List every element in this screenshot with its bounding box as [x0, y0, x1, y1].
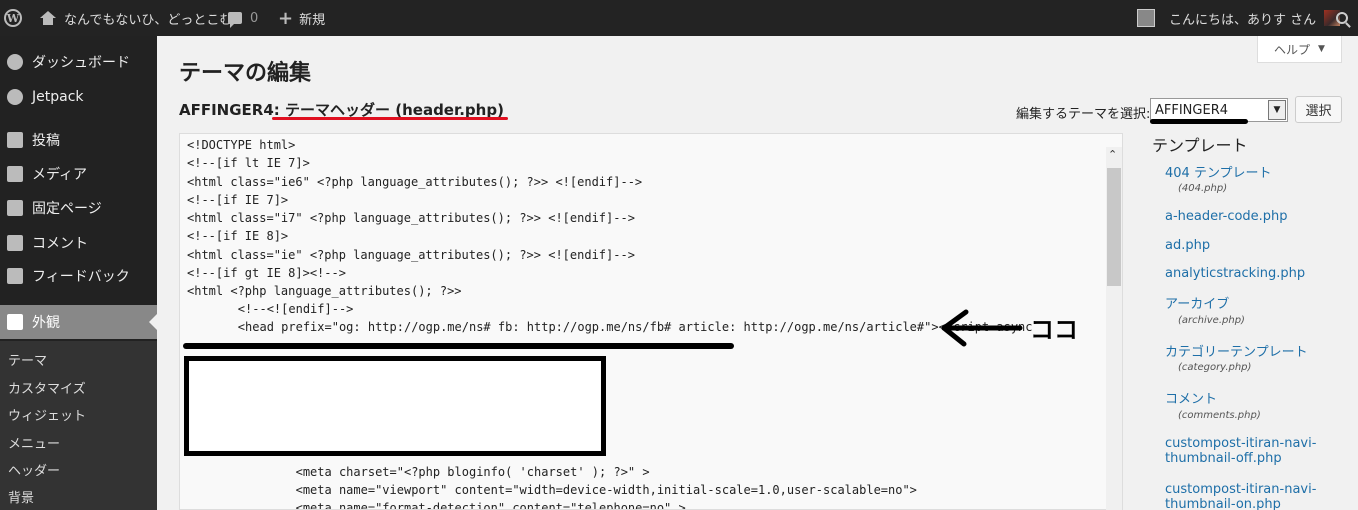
template-link-line: thumbnail-on.php: [1165, 497, 1281, 510]
code-line: <html class="ie" <?php language_attribut…: [187, 248, 635, 262]
comment-bubble-icon: [228, 12, 242, 28]
code-line: <meta name="format-detection" content="t…: [180, 501, 686, 510]
scroll-up-arrow-icon[interactable]: ⌃: [1108, 148, 1117, 161]
sidebar-item-jetpack[interactable]: Jetpack: [0, 80, 157, 114]
template-link[interactable]: カテゴリーテンプレート: [1165, 341, 1308, 360]
submenu-item-themes[interactable]: テーマ: [8, 350, 47, 369]
appearance-icon: [7, 314, 23, 330]
template-link[interactable]: アーカイブ: [1165, 293, 1229, 312]
sidebar-item-pages[interactable]: 固定ページ: [0, 191, 157, 225]
sidebar-item-dashboard[interactable]: ダッシュボード: [0, 45, 157, 79]
template-filename: (archive.php): [1178, 315, 1245, 326]
code-line: <!--[if lt IE 7]>: [187, 156, 310, 170]
pin-icon: [7, 132, 23, 148]
select-theme-button[interactable]: 選択: [1295, 96, 1342, 123]
site-name-link[interactable]: なんでもないひ、どっとこむ: [40, 0, 232, 36]
sidebar-item-label: メディア: [32, 167, 88, 183]
code-line: <meta charset="<?php bloginfo( 'charset'…: [180, 465, 650, 479]
help-label: ヘルプ: [1274, 42, 1311, 57]
submenu-item-customize[interactable]: カスタマイズ: [8, 378, 86, 397]
wordpress-logo-icon: W: [4, 9, 22, 27]
dashboard-icon: [7, 54, 23, 70]
appearance-submenu: テーマ カスタマイズ ウィジェット メニュー ヘッダー 背景: [0, 341, 157, 510]
site-name-label: なんでもないひ、どっとこむ: [64, 12, 233, 28]
sidebar-item-label: コメント: [32, 236, 88, 252]
comment-count: 0: [250, 10, 259, 26]
theme-select-value: AFFINGER4: [1155, 102, 1228, 118]
template-link-line: custompost-itiran-navi-: [1165, 436, 1317, 451]
theme-name-label: AFFINGER4:: [179, 101, 280, 119]
template-link[interactable]: a-header-code.php: [1165, 209, 1288, 224]
my-account-menu[interactable]: こんにちは、ありす さん: [1137, 0, 1341, 36]
red-underline-annotation: [272, 117, 508, 120]
code-line: <html class="ie6" <?php language_attribu…: [187, 175, 643, 189]
jetpack-icon: [7, 89, 23, 105]
submenu-item-menus[interactable]: メニュー: [8, 433, 60, 452]
notification-icon[interactable]: [1137, 9, 1155, 27]
template-link[interactable]: 404 テンプレート: [1165, 162, 1272, 181]
left-arrow-annotation-icon: ココ: [941, 309, 1078, 347]
sidebar-item-label: ダッシュボード: [32, 55, 130, 71]
template-link[interactable]: analyticstracking.php: [1165, 266, 1305, 281]
template-link[interactable]: custompost-itiran-navi- thumbnail-on.php: [1165, 482, 1316, 510]
sidebar-item-comments[interactable]: コメント: [0, 226, 157, 260]
sidebar-item-appearance[interactable]: 外観: [0, 305, 157, 339]
code-line: <html <?php language_attributes(); ?>>: [187, 284, 462, 298]
comments-link[interactable]: 0: [228, 0, 258, 36]
sidebar-item-label: 外観: [32, 315, 60, 331]
sidebar-item-label: 投稿: [32, 133, 60, 149]
code-line: <!--<![endif]-->: [180, 302, 354, 316]
admin-bar: W なんでもないひ、どっとこむ 0 + 新規 こんにちは、ありす さん: [0, 0, 1358, 36]
code-line: <!DOCTYPE html>: [187, 138, 296, 152]
sidebar-item-label: Jetpack: [32, 89, 84, 105]
template-link-line: thumbnail-off.php: [1165, 451, 1282, 466]
template-link[interactable]: ad.php: [1165, 238, 1210, 253]
help-tab-button[interactable]: ヘルプ ▼: [1257, 36, 1342, 63]
code-line: <meta name="viewport" content="width=dev…: [180, 483, 917, 497]
admin-search-button[interactable]: [1336, 0, 1348, 36]
black-underline-annotation: [1150, 119, 1248, 124]
templates-heading: テンプレート: [1152, 136, 1248, 155]
page-title: テーマの編集: [179, 61, 312, 86]
template-link[interactable]: custompost-itiran-navi- thumbnail-off.ph…: [1165, 436, 1316, 466]
code-line: <!--[if IE 7]>: [187, 193, 289, 207]
page-icon: [7, 200, 23, 216]
submenu-item-background[interactable]: 背景: [8, 487, 34, 506]
feedback-icon: [7, 268, 23, 284]
redaction-box: [184, 356, 606, 456]
sidebar-item-feedback[interactable]: フィードバック: [0, 259, 157, 293]
media-icon: [7, 166, 23, 182]
plus-icon: +: [278, 7, 294, 29]
submenu-item-header[interactable]: ヘッダー: [8, 460, 60, 479]
caret-down-icon: ▼: [1318, 44, 1325, 54]
template-link-line: custompost-itiran-navi-: [1165, 482, 1317, 497]
scrollbar-thumb[interactable]: [1107, 168, 1121, 286]
template-filename: (404.php): [1178, 183, 1228, 194]
template-link[interactable]: コメント: [1165, 388, 1217, 407]
comment-icon: [7, 235, 23, 251]
theme-select-label: 編集するテーマを選択:: [1016, 107, 1151, 122]
black-strike-annotation: [183, 343, 734, 349]
sidebar-item-posts[interactable]: 投稿: [0, 123, 157, 157]
home-icon: [40, 11, 56, 25]
template-filename: (category.php): [1178, 362, 1252, 373]
new-content-link[interactable]: + 新規: [278, 0, 325, 36]
template-filename: (comments.php): [1178, 410, 1261, 421]
sidebar-item-label: フィードバック: [32, 269, 130, 285]
admin-sidebar: ダッシュボード Jetpack 投稿 メディア 固定ページ コメント フィードバ…: [0, 36, 157, 510]
howdy-label: こんにちは、ありす さん: [1169, 12, 1317, 28]
new-content-label: 新規: [299, 12, 326, 28]
search-icon: [1336, 12, 1348, 24]
submenu-item-widgets[interactable]: ウィジェット: [8, 405, 86, 424]
code-line: <html class="i7" <?php language_attribut…: [187, 211, 635, 225]
code-line: <!--[if gt IE 8]><!-->: [187, 266, 346, 280]
code-line: <head prefix="og: http://ogp.me/ns# fb: …: [180, 320, 1033, 334]
sidebar-item-label: 固定ページ: [32, 201, 102, 217]
annotation-text: ココ: [1030, 316, 1078, 344]
chevron-down-icon: ▼: [1268, 100, 1286, 120]
code-line: <!--[if IE 8]>: [187, 229, 289, 243]
wordpress-logo-button[interactable]: W: [4, 0, 26, 36]
sidebar-item-media[interactable]: メディア: [0, 157, 157, 191]
